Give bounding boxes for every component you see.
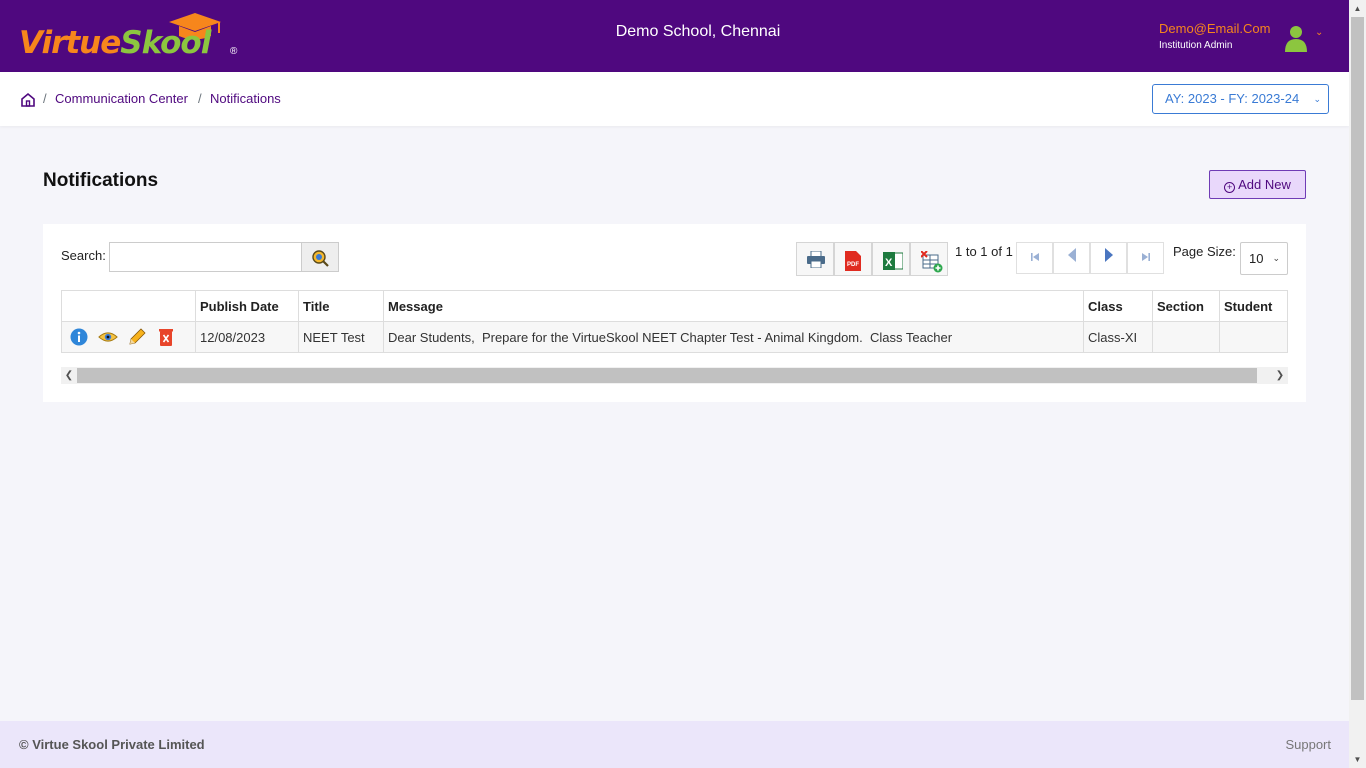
- column-header-section[interactable]: Section: [1152, 290, 1220, 322]
- notifications-grid-card: Search: PDF X 1 to 1 of 1 Page Size: 10 …: [43, 224, 1306, 402]
- last-page-button[interactable]: [1127, 242, 1164, 274]
- page-title: Notifications: [43, 170, 159, 191]
- last-page-icon: [1141, 253, 1150, 261]
- logo-word-virtue: Virtue: [19, 25, 121, 61]
- column-header-title[interactable]: Title: [298, 290, 384, 322]
- school-name: Demo School, Chennai: [615, 23, 781, 40]
- home-icon[interactable]: [20, 92, 36, 108]
- scrollbar-thumb[interactable]: [77, 368, 1257, 383]
- column-header-student[interactable]: Student: [1219, 290, 1288, 322]
- first-page-button[interactable]: [1016, 242, 1053, 274]
- user-menu-chevron-icon[interactable]: ⌄: [1315, 27, 1323, 38]
- academic-year-select[interactable]: AY: 2023 - FY: 2023-24 ⌄: [1152, 84, 1329, 114]
- breadcrumb-bar: / Communication Center / Notifications A…: [0, 72, 1349, 126]
- page-vertical-scrollbar[interactable]: ▲ ▼: [1349, 0, 1366, 768]
- footer: © Virtue Skool Private Limited Support: [0, 721, 1349, 768]
- search-button[interactable]: [301, 242, 339, 272]
- scroll-right-arrow-icon[interactable]: ❯: [1272, 367, 1288, 384]
- print-button[interactable]: [796, 242, 834, 276]
- logo-registered-mark: ®: [230, 46, 238, 57]
- plus-circle-icon: +: [1224, 182, 1236, 193]
- page-size-label: Page Size:: [1173, 244, 1236, 259]
- column-chooser-button[interactable]: [910, 242, 948, 276]
- column-header-actions: [61, 290, 196, 322]
- search-icon: [312, 250, 329, 267]
- svg-text:PDF: PDF: [847, 262, 859, 268]
- export-excel-button[interactable]: X: [872, 242, 910, 276]
- delete-icon[interactable]: [156, 327, 176, 347]
- pdf-icon: PDF: [845, 251, 861, 271]
- search-label: Search:: [61, 248, 106, 263]
- virtueskool-logo[interactable]: VirtueSkool ®: [19, 13, 241, 61]
- logo-wordmark: VirtueSkool: [19, 25, 211, 61]
- user-email[interactable]: Demo@Email.Com: [1159, 21, 1270, 36]
- cell-publish-date: 12/08/2023: [195, 321, 299, 353]
- table-header-row: Publish Date Title Message Class Section…: [61, 290, 1288, 322]
- column-header-class[interactable]: Class: [1083, 290, 1153, 322]
- breadcrumb-notifications[interactable]: Notifications: [210, 91, 281, 106]
- notifications-table: Publish Date Title Message Class Section…: [61, 290, 1288, 353]
- excel-icon: X: [883, 252, 903, 270]
- page-size-value: 10: [1249, 251, 1264, 266]
- svg-text:X: X: [885, 257, 893, 269]
- export-pdf-button[interactable]: PDF: [834, 242, 872, 276]
- copyright-text: © Virtue Skool Private Limited: [19, 737, 205, 752]
- printer-icon: [807, 251, 825, 268]
- previous-page-button[interactable]: [1053, 242, 1090, 274]
- table-horizontal-scrollbar[interactable]: ❮ ❯: [61, 367, 1288, 384]
- scroll-left-arrow-icon[interactable]: ❮: [61, 367, 77, 384]
- column-header-publish-date[interactable]: Publish Date: [195, 290, 299, 322]
- cell-section: [1152, 321, 1220, 353]
- table-row[interactable]: 12/08/2023 NEET Test Dear Students, Prep…: [61, 321, 1288, 353]
- breadcrumb-separator: /: [43, 91, 47, 106]
- next-page-button[interactable]: [1090, 242, 1127, 274]
- chevron-down-icon: ⌄: [1272, 253, 1280, 263]
- add-new-label: Add New: [1238, 177, 1291, 192]
- academic-year-value: AY: 2023 - FY: 2023-24: [1165, 91, 1300, 106]
- next-page-icon: [1104, 248, 1113, 262]
- add-new-button[interactable]: + Add New: [1209, 170, 1306, 199]
- top-header: VirtueSkool ® Demo School, Chennai Demo@…: [0, 0, 1349, 72]
- breadcrumb-communication-center[interactable]: Communication Center: [55, 91, 188, 106]
- breadcrumb-separator: /: [198, 91, 202, 106]
- user-avatar-icon[interactable]: [1283, 24, 1309, 52]
- info-icon[interactable]: [69, 327, 89, 347]
- pager-info: 1 to 1 of 1: [955, 244, 1013, 259]
- previous-page-icon: [1067, 248, 1076, 262]
- table-settings-icon: [921, 251, 943, 273]
- view-eye-icon[interactable]: [98, 327, 118, 347]
- page-scrollbar-thumb[interactable]: [1351, 17, 1364, 700]
- support-link[interactable]: Support: [1285, 737, 1331, 752]
- page-size-select[interactable]: 10 ⌄: [1240, 242, 1288, 275]
- logo-word-skool: Skool: [120, 25, 211, 61]
- cell-title: NEET Test: [298, 321, 384, 353]
- cell-student: [1219, 321, 1288, 353]
- chevron-down-icon: ⌄: [1313, 94, 1321, 104]
- cell-message: Dear Students, Prepare for the VirtueSko…: [383, 321, 1084, 353]
- search-input[interactable]: [109, 242, 302, 272]
- edit-pencil-icon[interactable]: [127, 327, 147, 347]
- cell-class: Class-XI: [1083, 321, 1153, 353]
- user-role: Institution Admin: [1159, 40, 1233, 51]
- first-page-icon: [1030, 253, 1039, 261]
- column-header-message[interactable]: Message: [383, 290, 1084, 322]
- scroll-up-arrow-icon[interactable]: ▲: [1349, 0, 1366, 17]
- row-actions: [61, 321, 196, 353]
- scroll-down-arrow-icon[interactable]: ▼: [1349, 751, 1366, 768]
